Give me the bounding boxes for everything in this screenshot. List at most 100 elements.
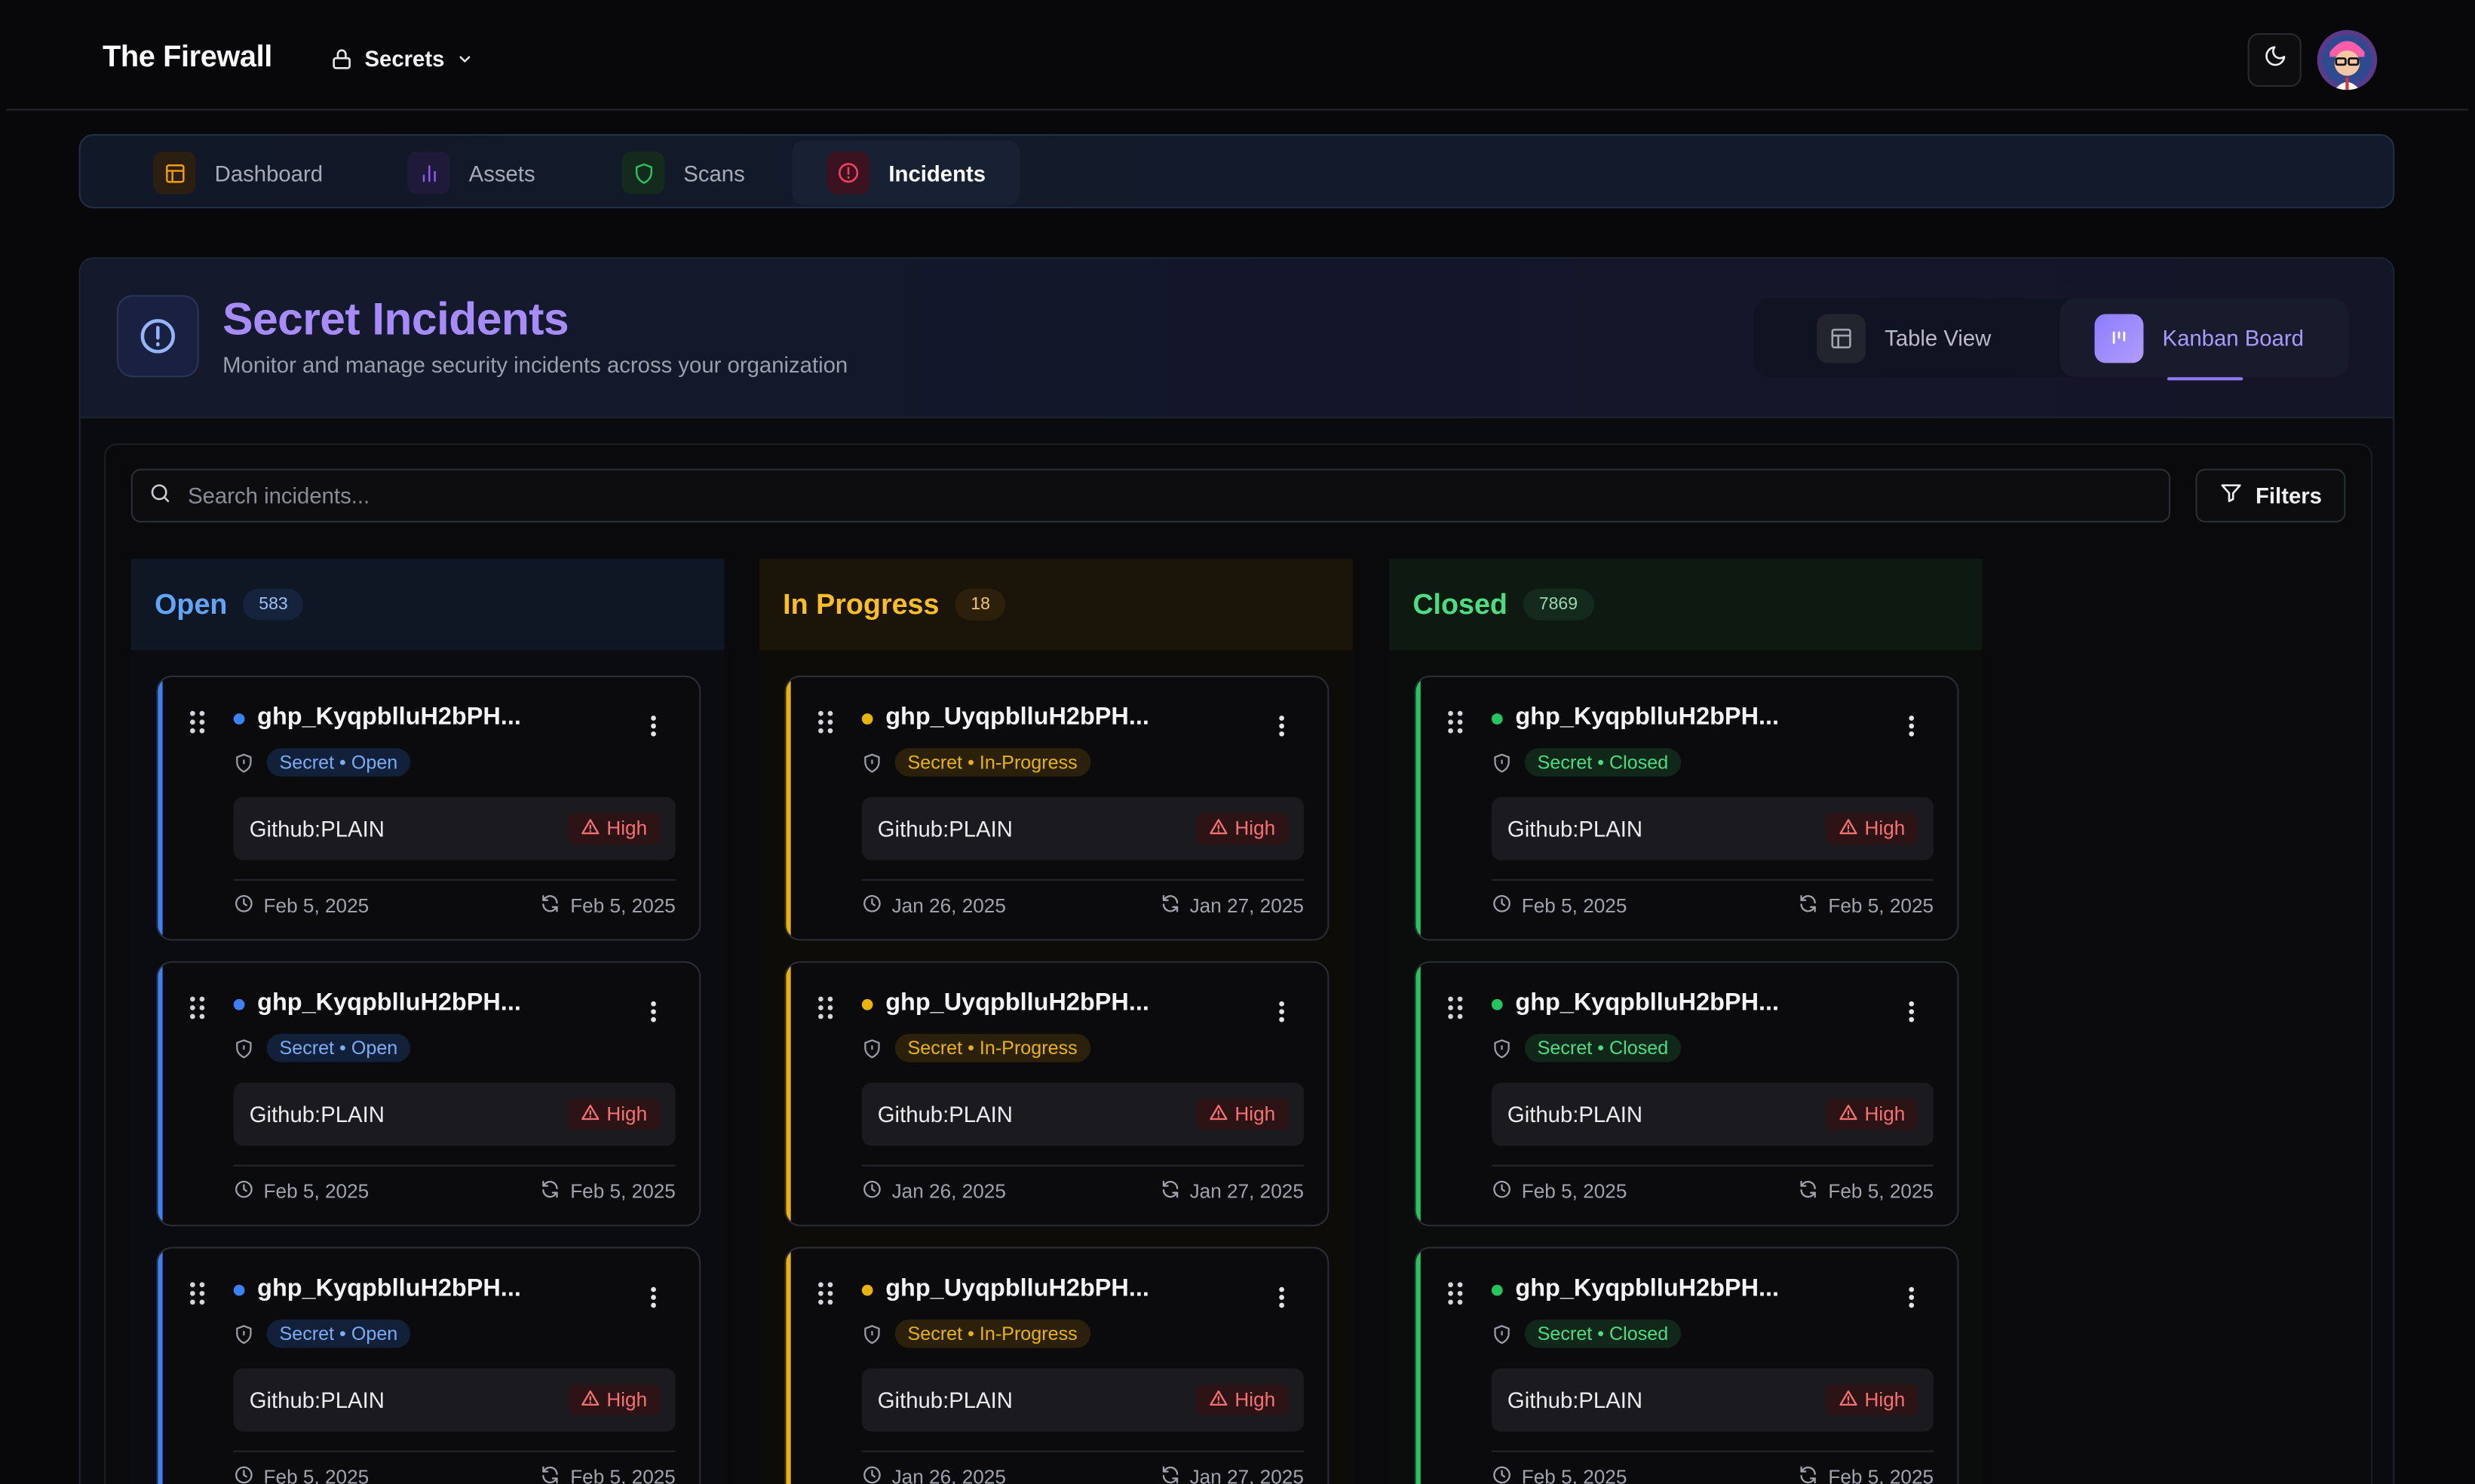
refresh-icon [1160,894,1180,918]
card-divider [1491,1164,1934,1167]
incident-card[interactable]: ghp_KyqpblluH2bPH... Secret • Closed Git… [1414,675,1959,941]
warning-triangle-icon [581,1102,600,1126]
kanban-board-label: Kanban Board [2162,325,2304,351]
nav-item-scans[interactable]: Scans [587,140,780,205]
table-view-button[interactable]: Table View [1817,299,1991,378]
drag-handle-icon[interactable] [817,1282,833,1314]
created-date-label: Jan 26, 2025 [891,894,1006,918]
severity-label: High [606,817,648,840]
search-input[interactable] [188,483,2082,508]
theme-toggle-button[interactable] [2247,32,2302,87]
created-date: Feb 5, 2025 [234,1179,369,1204]
severity-label: High [1864,1388,1906,1412]
kanban-column-in-progress: In Progress 18 ghp_UyqpblluH2bPH... Secr… [759,558,1353,1484]
refresh-icon [1799,1179,1819,1204]
drag-handle-icon[interactable] [817,996,833,1028]
kanban-board-button[interactable]: Kanban Board [2059,298,2349,381]
more-vertical-icon[interactable] [650,1001,656,1031]
column-body: ghp_KyqpblluH2bPH... Secret • Closed Git… [1388,650,1983,1484]
shield-icon [234,1324,254,1353]
more-vertical-icon[interactable] [1278,715,1284,745]
updated-date-label: Feb 5, 2025 [570,1466,676,1484]
more-vertical-icon[interactable] [1909,1286,1915,1317]
kanban-icon [2094,313,2144,363]
lock-icon [330,47,353,70]
shield-icon [234,753,254,781]
drag-handle-icon[interactable] [189,1282,205,1314]
source-label: Github:PLAIN [877,1387,1013,1413]
main-nav: Dashboard Assets Scans Incidents [78,133,2395,209]
alert-circle-icon [116,295,199,378]
drag-handle-icon[interactable] [1447,710,1463,742]
incident-card[interactable]: ghp_KyqpblluH2bPH... Secret • Open Githu… [156,675,701,941]
severity-label: High [1234,1103,1276,1126]
user-avatar[interactable] [2317,29,2378,90]
refresh-icon [540,1464,560,1484]
nav-item-incidents[interactable]: Incidents [792,140,1021,206]
refresh-icon [1799,894,1819,918]
incident-card[interactable]: ghp_KyqpblluH2bPH... Secret • Open Githu… [156,961,701,1227]
search-bar[interactable] [130,468,2171,523]
filters-button[interactable]: Filters [2195,468,2346,523]
status-badge: Secret • Open [266,748,411,777]
column-count-badge: 18 [955,588,1006,621]
more-vertical-icon[interactable] [650,715,656,745]
drag-handle-icon[interactable] [1447,1282,1463,1314]
created-date-label: Feb 5, 2025 [1521,894,1627,918]
severity-label: High [1864,817,1906,840]
clock-icon [1492,1179,1512,1204]
incident-title: ghp_KyqpblluH2bPH... [1515,989,1780,1016]
column-header: Open 583 [130,558,725,651]
search-icon [149,481,172,510]
source-box: Github:PLAIN High [233,797,676,860]
drag-handle-icon[interactable] [189,996,205,1028]
more-vertical-icon[interactable] [1278,1286,1284,1317]
nav-item-assets[interactable]: Assets [373,140,570,205]
incident-card[interactable]: ghp_UyqpblluH2bPH... Secret • In-Progres… [784,1246,1330,1484]
more-vertical-icon[interactable] [650,1286,656,1317]
incident-title: ghp_KyqpblluH2bPH... [1515,704,1780,731]
incident-card[interactable]: ghp_KyqpblluH2bPH... Secret • Closed Git… [1414,1246,1959,1484]
more-vertical-icon[interactable] [1909,1001,1915,1031]
incident-card[interactable]: ghp_KyqpblluH2bPH... Secret • Closed Git… [1414,961,1959,1227]
drag-handle-icon[interactable] [1447,996,1463,1028]
source-box: Github:PLAIN High [233,1082,676,1146]
drag-handle-icon[interactable] [189,710,205,742]
shield-icon [862,1324,882,1353]
source-box: Github:PLAIN High [861,1082,1304,1146]
status-dot [233,998,245,1010]
warning-triangle-icon [1210,817,1228,840]
incident-card[interactable]: ghp_UyqpblluH2bPH... Secret • In-Progres… [784,675,1330,941]
severity-badge: High [1826,1384,1918,1416]
source-box: Github:PLAIN High [1491,1082,1934,1146]
card-divider [861,878,1304,881]
table-icon [1817,313,1866,363]
updated-date-label: Feb 5, 2025 [570,1180,676,1203]
column-header: In Progress 18 [759,558,1353,651]
brand-title[interactable]: The Firewall [103,41,272,75]
refresh-icon [540,1179,560,1204]
created-date: Feb 5, 2025 [234,1464,369,1484]
updated-date-label: Jan 27, 2025 [1189,1180,1304,1203]
nav-item-dashboard[interactable]: Dashboard [118,140,357,205]
incident-card[interactable]: ghp_KyqpblluH2bPH... Secret • Open Githu… [156,1246,701,1484]
status-dot [861,713,873,725]
created-date-label: Feb 5, 2025 [263,1466,370,1484]
clock-icon [234,894,254,918]
updated-date: Feb 5, 2025 [1799,1179,1934,1204]
layout-icon [153,151,196,195]
more-vertical-icon[interactable] [1278,1001,1284,1031]
severity-badge: High [569,1098,660,1130]
more-vertical-icon[interactable] [1909,715,1915,745]
card-divider [1491,878,1934,881]
severity-badge: High [1197,1098,1288,1130]
column-body: ghp_KyqpblluH2bPH... Secret • Open Githu… [130,650,725,1484]
created-date-label: Feb 5, 2025 [1521,1180,1627,1203]
kanban-column-open: Open 583 ghp_KyqpblluH2bPH... Secret • O… [130,558,725,1484]
source-label: Github:PLAIN [877,816,1013,842]
updated-date: Feb 5, 2025 [540,894,676,918]
status-badge: Secret • Closed [1524,1319,1681,1348]
context-switcher[interactable]: Secrets [330,46,473,71]
incident-card[interactable]: ghp_UyqpblluH2bPH... Secret • In-Progres… [784,961,1330,1227]
drag-handle-icon[interactable] [817,710,833,742]
